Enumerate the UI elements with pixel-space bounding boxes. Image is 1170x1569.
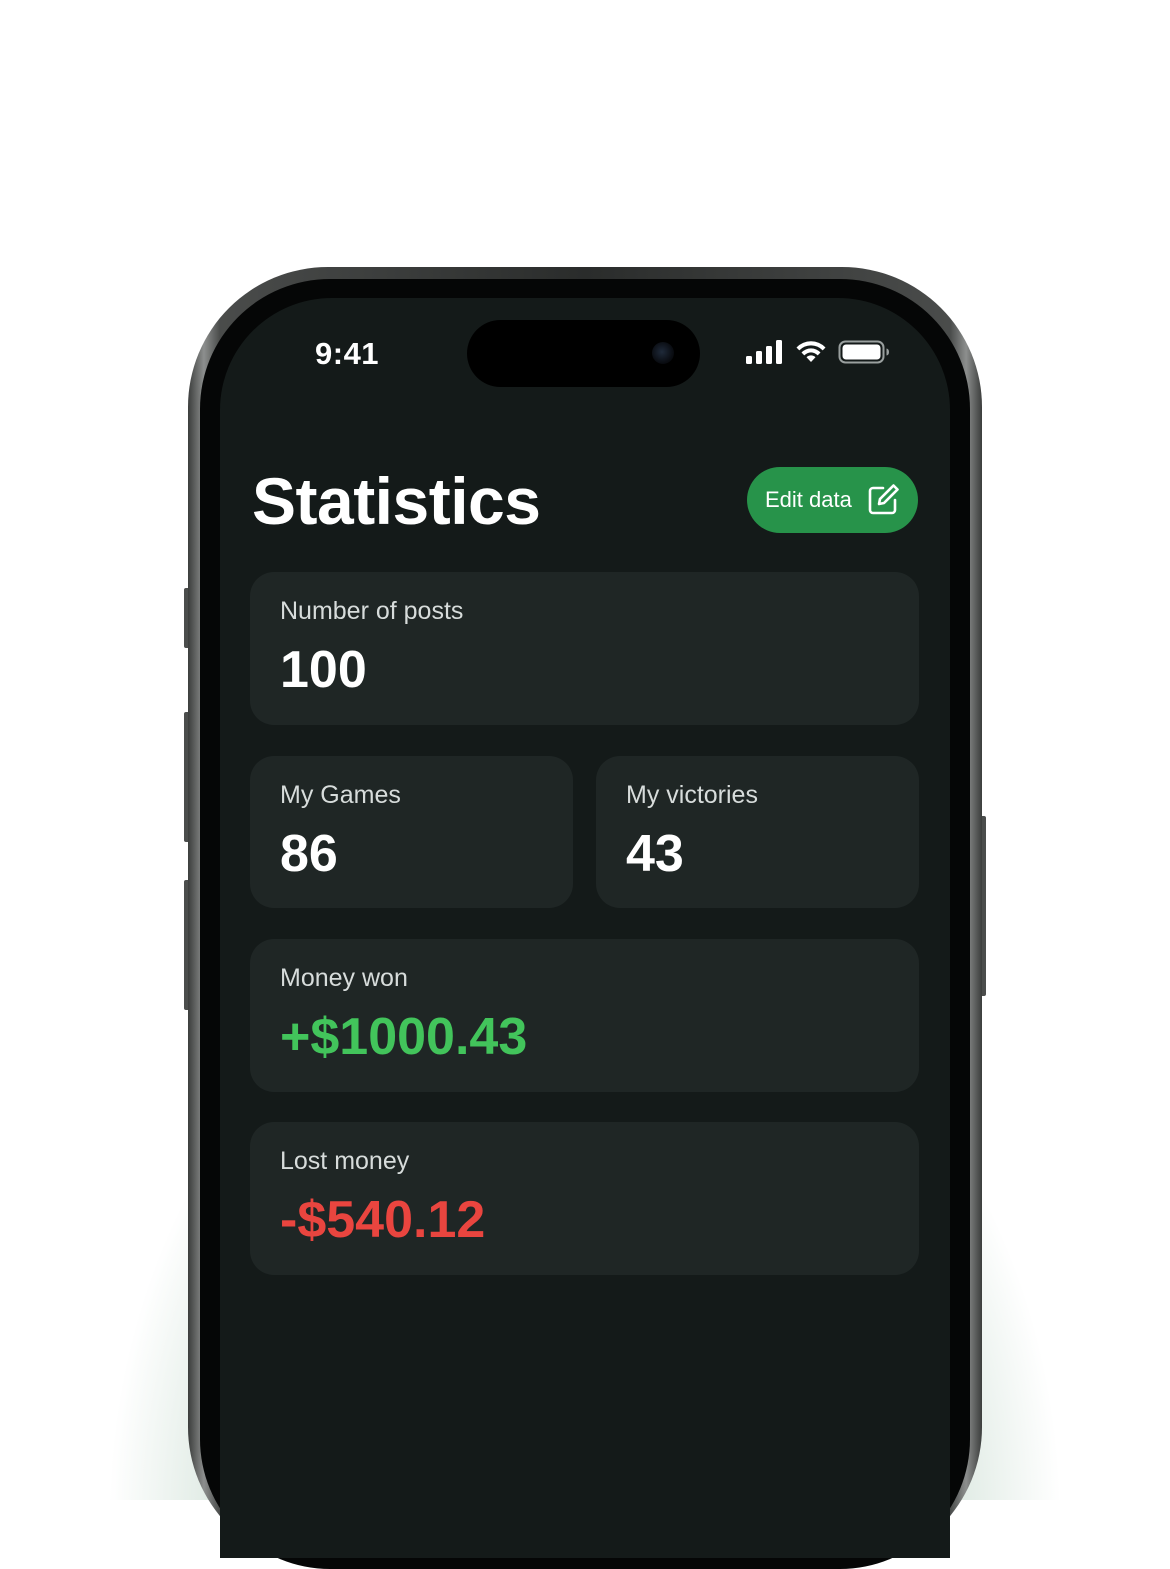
posts-value: 100 (280, 641, 367, 699)
money-won-card: Money won +$1000.43 (250, 939, 919, 1092)
money-won-value: +$1000.43 (280, 1008, 528, 1066)
victories-value: 43 (626, 825, 684, 883)
status-time: 9:41 (315, 336, 380, 371)
lost-money-value: -$540.12 (280, 1191, 486, 1249)
posts-label: Number of posts (280, 597, 464, 625)
edit-icon (868, 484, 899, 515)
victories-label: My victories (626, 781, 758, 809)
battery-icon (838, 340, 889, 364)
front-camera (652, 342, 674, 364)
status-icons (746, 340, 890, 364)
posts-card: Number of posts 100 (250, 572, 919, 725)
phone-screen: 9:41 Statistics Edit data Number of post… (220, 298, 950, 1558)
edit-data-button[interactable]: Edit data (747, 467, 918, 533)
lost-money-card: Lost money -$540.12 (250, 1122, 919, 1275)
games-value: 86 (280, 825, 338, 883)
edit-data-label: Edit data (765, 487, 852, 512)
wifi-icon (796, 341, 826, 362)
cellular-signal-icon (746, 340, 782, 364)
victories-card: My victories 43 (596, 756, 919, 908)
lost-money-label: Lost money (280, 1147, 410, 1175)
games-card: My Games 86 (250, 756, 573, 908)
money-won-label: Money won (280, 964, 408, 992)
page-title: Statistics (252, 464, 541, 538)
games-label: My Games (280, 781, 401, 809)
dynamic-island (467, 320, 700, 387)
